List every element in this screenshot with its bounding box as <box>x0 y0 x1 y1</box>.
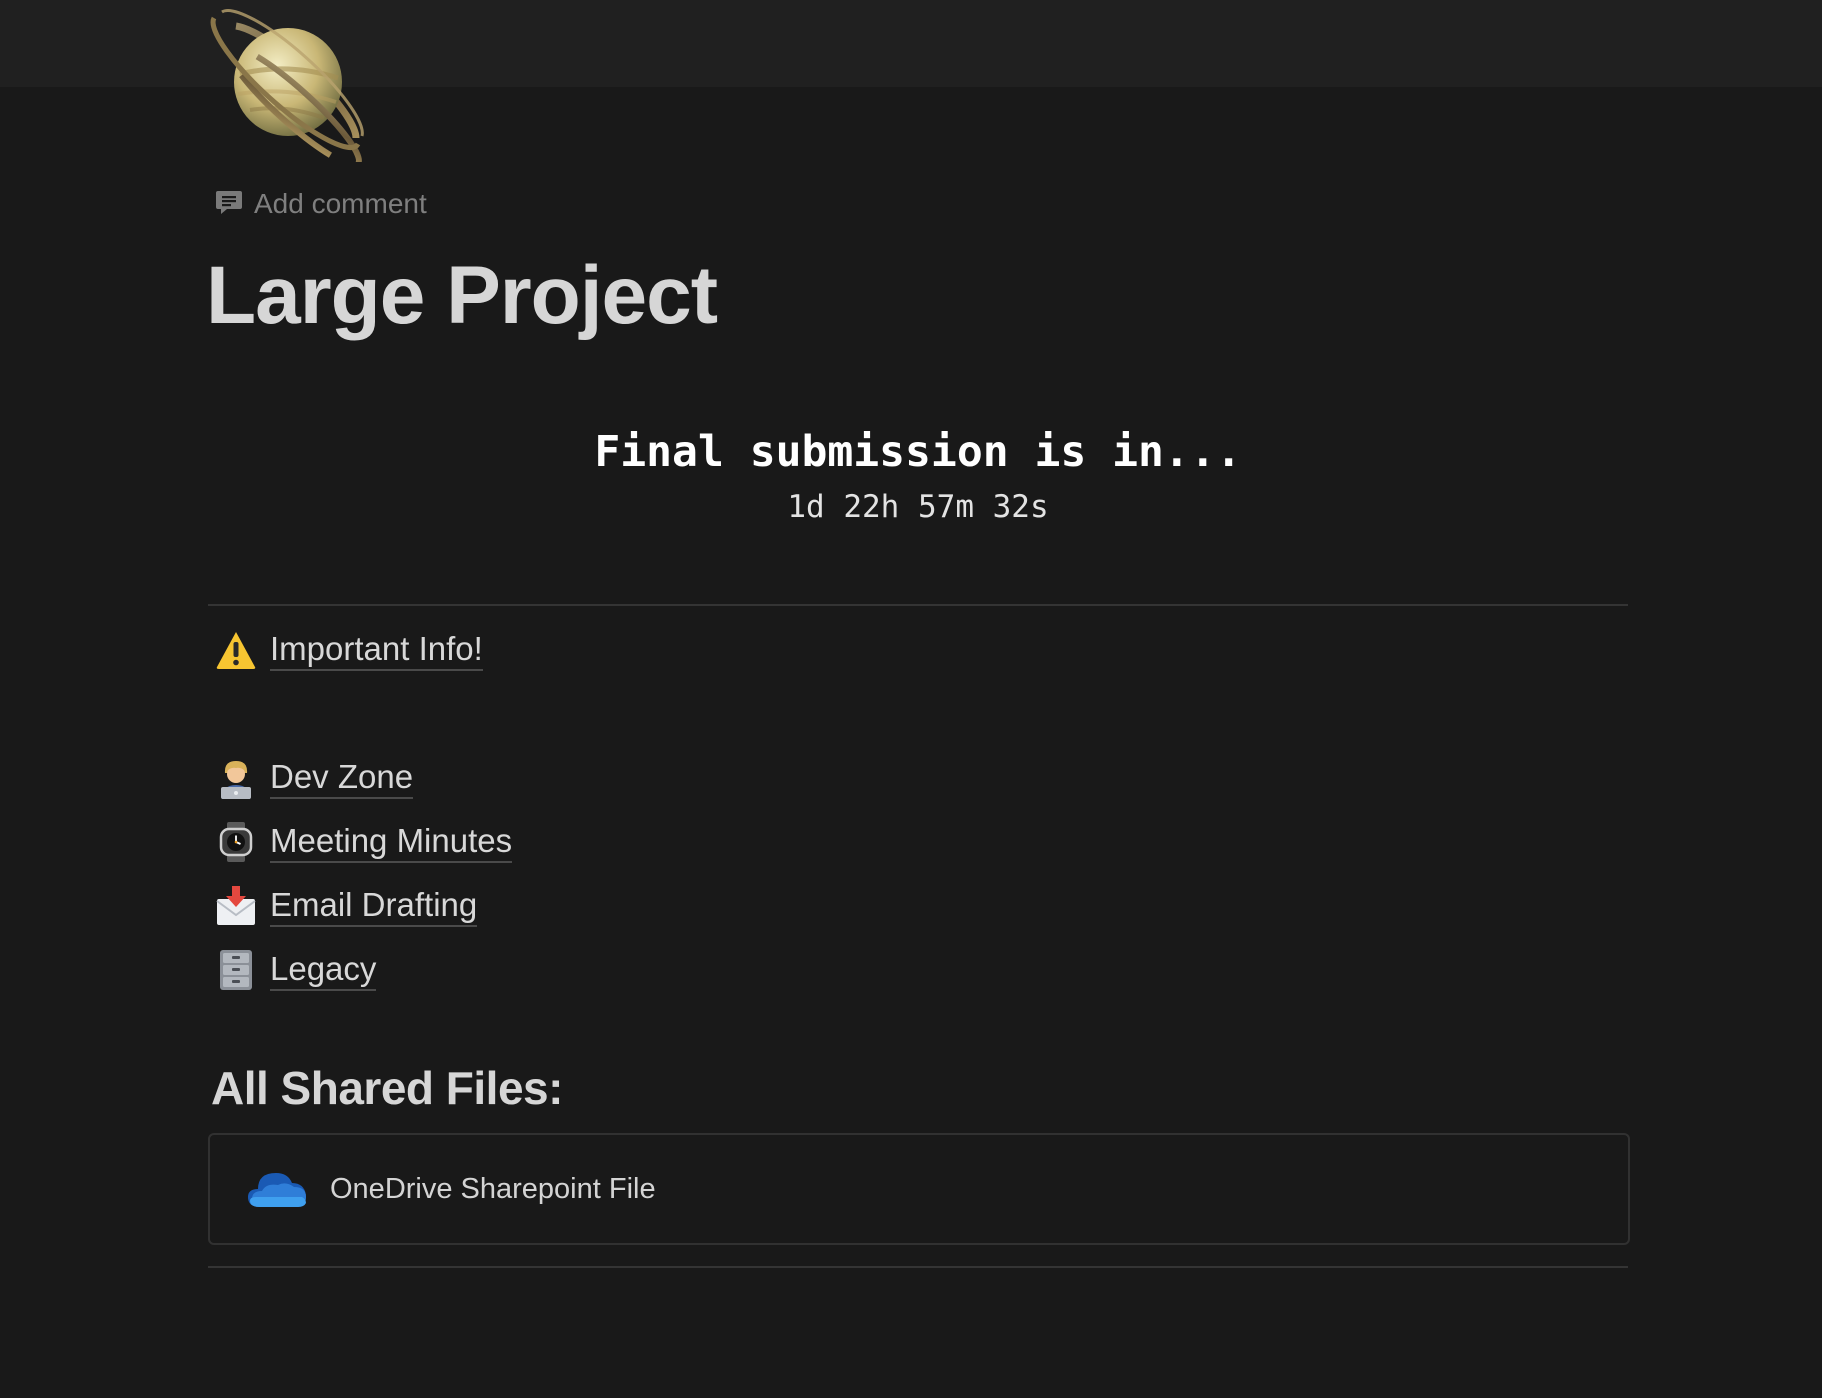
countdown-headline: Final submission is in... <box>594 427 1242 477</box>
shared-files-heading: All Shared Files: <box>211 1062 563 1114</box>
countdown-widget: Final submission is in... 1d 22h 57m 32s <box>208 420 1628 530</box>
file-cabinet-icon <box>214 948 258 992</box>
shared-file-embed[interactable]: OneDrive Sharepoint File <box>208 1133 1630 1245</box>
shared-file-name: OneDrive Sharepoint File <box>330 1172 656 1205</box>
page-link-label: Dev Zone <box>270 757 414 799</box>
add-comment-button[interactable]: Add comment <box>214 186 427 222</box>
page-link-meeting-minutes[interactable]: Meeting Minutes <box>214 818 513 866</box>
wristwatch-icon <box>214 820 258 864</box>
page-link-label: Email Drafting <box>270 885 478 927</box>
warning-icon <box>214 628 258 672</box>
countdown-timer: 1d 22h 57m 32s <box>787 489 1049 525</box>
page-link-label: Legacy <box>270 949 377 991</box>
page-link-label: Important Info! <box>270 629 483 671</box>
page-title[interactable]: Large Project <box>206 248 718 344</box>
page-link-email-drafting[interactable]: Email Drafting <box>214 882 478 930</box>
technologist-icon <box>214 756 258 800</box>
page-link-label: Meeting Minutes <box>270 821 513 863</box>
comment-icon <box>214 187 244 222</box>
add-comment-label: Add comment <box>254 188 427 219</box>
page-link-important-info[interactable]: Important Info! <box>214 626 483 674</box>
envelope-with-arrow-icon <box>214 884 258 928</box>
divider <box>208 1266 1628 1268</box>
divider <box>208 604 1628 606</box>
page-link-legacy[interactable]: Legacy <box>214 946 377 994</box>
onedrive-cloud-icon <box>244 1167 308 1211</box>
ringed-planet-icon[interactable] <box>206 2 370 168</box>
page-link-dev-zone[interactable]: Dev Zone <box>214 754 414 802</box>
